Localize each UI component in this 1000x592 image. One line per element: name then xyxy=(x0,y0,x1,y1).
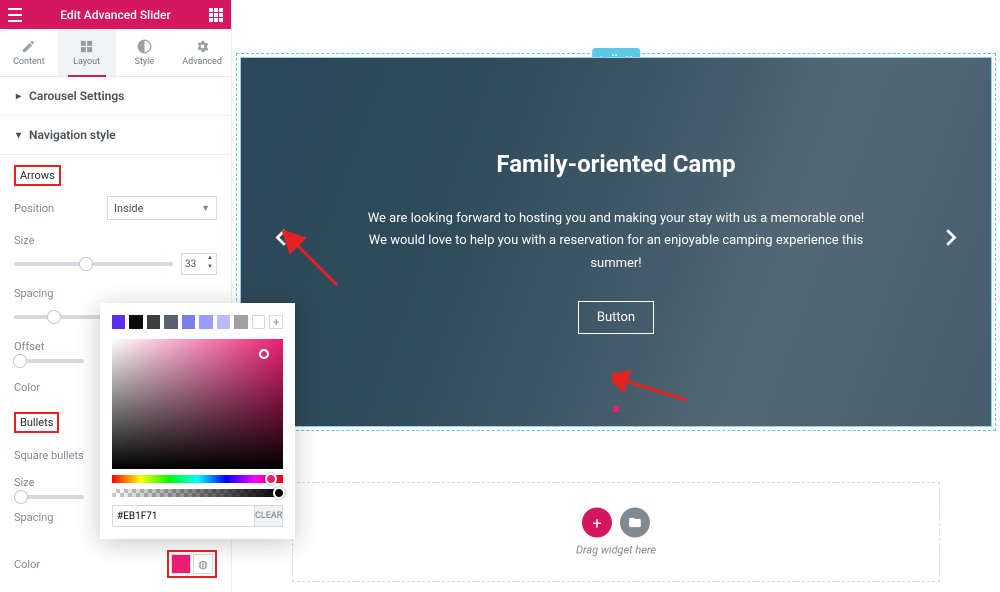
color-swatch-group: ◍ xyxy=(167,550,217,578)
slide-button[interactable]: Button xyxy=(578,301,654,334)
contrast-icon xyxy=(137,39,152,54)
panel-header: Edit Advanced Slider xyxy=(0,0,231,29)
slider-bullet-size[interactable] xyxy=(14,495,84,499)
add-swatch-button[interactable]: + xyxy=(269,315,283,329)
slide-content: Family-oriented Camp We are looking forw… xyxy=(241,58,991,426)
section-frame[interactable]: + ⠿ ✕ Family-oriented Camp We are lookin… xyxy=(236,53,996,431)
panel-tabs: Content Layout Style Advanced xyxy=(0,29,231,77)
drop-label: Drag widget here xyxy=(576,544,656,557)
preview-area: + ⠿ ✕ Family-oriented Camp We are lookin… xyxy=(232,0,1000,592)
drop-zone[interactable]: + Drag widget here xyxy=(292,482,940,582)
tab-layout[interactable]: Layout xyxy=(58,29,116,76)
menu-icon[interactable] xyxy=(8,8,22,22)
preset-swatch[interactable] xyxy=(217,315,230,329)
slider-size[interactable] xyxy=(14,262,173,266)
global-color-button[interactable]: ◍ xyxy=(193,554,213,574)
next-arrow[interactable] xyxy=(929,211,971,274)
tab-content[interactable]: Content xyxy=(0,29,58,76)
label-spacing: Spacing xyxy=(14,287,217,300)
tab-style[interactable]: Style xyxy=(116,29,174,76)
chevron-down-icon: ▼ xyxy=(201,203,210,214)
slider-offset[interactable] xyxy=(14,359,84,363)
color-swatch[interactable] xyxy=(171,554,191,574)
slide-body: We are looking forward to hosting you an… xyxy=(361,208,871,274)
section-carousel-settings[interactable]: ▸ Carousel Settings xyxy=(0,77,231,116)
alpha-slider[interactable] xyxy=(112,489,283,497)
pencil-icon xyxy=(21,39,36,54)
widgets-icon[interactable] xyxy=(209,8,223,22)
label-size: Size xyxy=(14,234,217,247)
saturation-value-area[interactable] xyxy=(112,339,283,469)
slide-title: Family-oriented Camp xyxy=(496,150,735,178)
preset-swatch[interactable] xyxy=(129,315,142,329)
chevron-down-icon: ▾ xyxy=(16,130,21,141)
label-bullet-color: Color xyxy=(14,558,157,571)
clear-button[interactable]: CLEAR xyxy=(255,505,283,527)
template-library-button[interactable] xyxy=(620,508,650,538)
hue-slider[interactable] xyxy=(112,475,283,483)
preset-swatch[interactable] xyxy=(112,315,125,329)
hex-input[interactable] xyxy=(112,505,255,527)
tab-advanced[interactable]: Advanced xyxy=(173,29,231,76)
group-arrows: Arrows xyxy=(14,165,61,186)
preset-swatch[interactable] xyxy=(252,315,266,329)
chevron-right-icon: ▸ xyxy=(16,91,21,102)
group-bullets: Bullets xyxy=(14,412,59,433)
color-picker: + CLEAR xyxy=(100,303,295,539)
select-position[interactable]: Inside ▼ xyxy=(107,196,217,220)
swatch-row: + xyxy=(112,315,283,329)
preset-swatch[interactable] xyxy=(147,315,160,329)
panel-title: Edit Advanced Slider xyxy=(22,8,209,22)
section-navigation-style[interactable]: ▾ Navigation style xyxy=(0,116,231,155)
pagination-bullet[interactable] xyxy=(613,406,619,412)
label-position: Position xyxy=(14,202,97,215)
add-section-button[interactable]: + xyxy=(582,508,612,538)
input-size[interactable]: 33▲▼ xyxy=(181,253,217,275)
preset-swatch[interactable] xyxy=(164,315,177,329)
preset-swatch[interactable] xyxy=(182,315,195,329)
gear-icon xyxy=(195,39,210,54)
layout-icon xyxy=(79,39,94,54)
prev-arrow[interactable] xyxy=(261,211,303,274)
preset-swatch[interactable] xyxy=(234,315,247,329)
preset-swatch[interactable] xyxy=(199,315,212,329)
